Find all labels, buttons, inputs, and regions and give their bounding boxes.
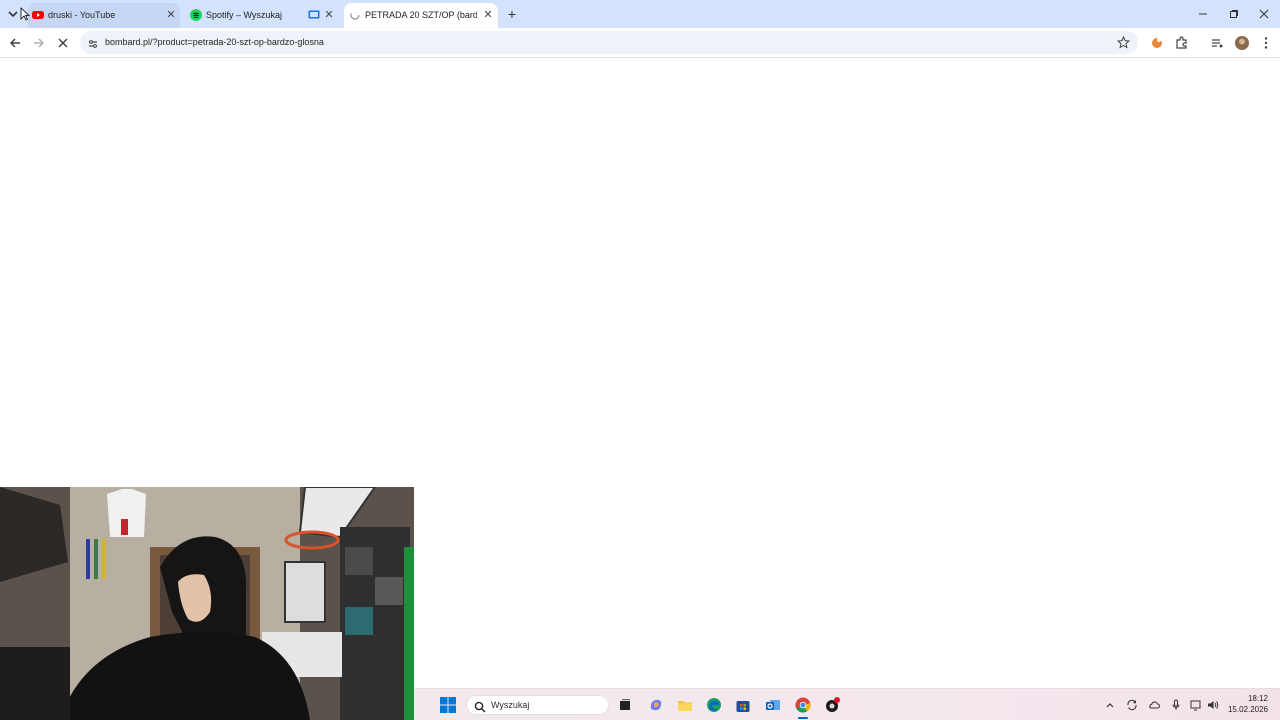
cookie-extension-icon[interactable] xyxy=(1148,34,1166,52)
close-icon[interactable]: ✕ xyxy=(481,8,495,22)
menu-icon[interactable] xyxy=(1257,34,1275,52)
microphone-icon[interactable] xyxy=(1170,699,1182,711)
volume-icon[interactable] xyxy=(1207,699,1219,711)
youtube-icon xyxy=(32,9,44,21)
file-explorer-icon[interactable] xyxy=(677,697,693,713)
browser-toolbar: bombard.pl/?product=petrada-20-szt-op-ba… xyxy=(0,28,1280,58)
media-controls-icon[interactable] xyxy=(1208,34,1226,52)
address-bar[interactable]: bombard.pl/?product=petrada-20-szt-op-ba… xyxy=(80,31,1138,54)
tab-title: Spotify – Wyszukaj xyxy=(206,10,282,20)
tab-strip: druski - YouTube ✕ Spotify – Wyszukaj ✕ … xyxy=(0,0,1280,28)
clock-time: 18:12 xyxy=(1247,694,1268,703)
spotify-icon xyxy=(190,9,202,21)
tab-search-chevron-icon[interactable] xyxy=(6,7,20,21)
tab-youtube[interactable]: druski - YouTube ✕ xyxy=(28,3,180,28)
close-icon[interactable]: ✕ xyxy=(322,8,336,22)
close-window-icon[interactable] xyxy=(1257,7,1271,21)
edge-icon[interactable] xyxy=(706,697,722,713)
taskbar-clock[interactable]: 18:12 15.02.2026 xyxy=(1228,693,1268,715)
restore-icon[interactable] xyxy=(1227,7,1241,21)
forward-icon[interactable] xyxy=(30,34,48,52)
mouse-cursor-icon xyxy=(20,7,31,21)
bookmark-star-icon[interactable] xyxy=(1116,35,1131,49)
show-hidden-icons-chevron-icon[interactable] xyxy=(1104,699,1116,711)
copilot-icon[interactable] xyxy=(648,697,664,713)
onedrive-cloud-icon[interactable] xyxy=(1148,699,1160,711)
tab-bombard[interactable]: PETRADA 20 SZT/OP (bardzo g ✕ xyxy=(344,3,498,28)
chrome-icon[interactable] xyxy=(795,697,811,713)
site-info-icon[interactable] xyxy=(87,37,99,49)
minimize-icon[interactable] xyxy=(1196,7,1210,21)
tab-title: druski - YouTube xyxy=(48,10,116,20)
clock-date: 15.02.2026 xyxy=(1227,705,1268,714)
extensions-icon[interactable] xyxy=(1173,34,1191,52)
app-with-badge-icon[interactable] xyxy=(824,697,840,713)
back-icon[interactable] xyxy=(6,34,24,52)
taskbar: Wyszukaj 18:12 15.02.2026 xyxy=(414,688,1280,720)
new-tab-button[interactable]: + xyxy=(504,6,520,22)
windows-start-icon[interactable] xyxy=(440,697,456,713)
sync-icon[interactable] xyxy=(1126,699,1138,711)
profile-avatar[interactable] xyxy=(1233,34,1251,52)
loading-spinner-icon xyxy=(349,9,361,21)
search-placeholder: Wyszukaj xyxy=(491,700,530,710)
stop-loading-icon[interactable] xyxy=(54,34,72,52)
task-view-icon[interactable] xyxy=(617,697,633,713)
microsoft-store-icon[interactable] xyxy=(735,697,751,713)
search-icon xyxy=(474,700,486,713)
close-icon[interactable]: ✕ xyxy=(164,8,178,22)
tab-spotify[interactable]: Spotify – Wyszukaj ✕ xyxy=(186,3,338,28)
outlook-icon[interactable] xyxy=(765,697,781,713)
taskbar-search-box[interactable]: Wyszukaj xyxy=(466,695,609,715)
chrome-active-indicator xyxy=(798,717,808,719)
tab-title: PETRADA 20 SZT/OP (bardzo g xyxy=(365,10,477,20)
webcam-overlay xyxy=(0,487,414,720)
network-icon[interactable] xyxy=(1190,699,1202,711)
screen-share-icon xyxy=(308,10,320,20)
url-text[interactable]: bombard.pl/?product=petrada-20-szt-op-ba… xyxy=(105,36,324,49)
